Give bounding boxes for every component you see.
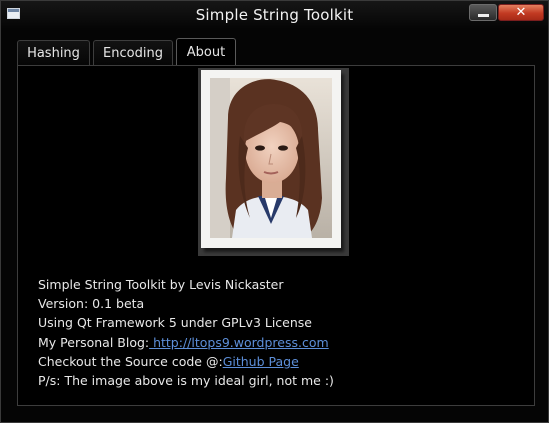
title-bar[interactable]: Simple String Toolkit ✕ bbox=[1, 1, 548, 29]
blog-label: My Personal Blog: bbox=[38, 334, 150, 350]
minimize-icon bbox=[478, 14, 489, 17]
close-icon: ✕ bbox=[515, 5, 527, 20]
about-blog-line: My Personal Blog: http://ltops9.wordpres… bbox=[38, 333, 334, 352]
window-title: Simple String Toolkit bbox=[195, 6, 354, 24]
about-text: Simple String Toolkit by Levis Nickaster… bbox=[38, 275, 334, 390]
source-label: Checkout the Source code @: bbox=[38, 353, 223, 369]
about-version-line: Version: 0.1 beta bbox=[38, 296, 145, 312]
about-source-line: Checkout the Source code @:Github Page bbox=[38, 352, 334, 371]
about-note-line: P/s: The image above is my ideal girl, n… bbox=[38, 373, 334, 389]
tab-hashing[interactable]: Hashing bbox=[17, 40, 90, 65]
github-link[interactable]: Github Page bbox=[223, 354, 299, 369]
about-panel: Simple String Toolkit by Levis Nickaster… bbox=[17, 65, 535, 406]
photo-border bbox=[201, 70, 341, 248]
tab-encoding[interactable]: Encoding bbox=[93, 40, 173, 65]
about-title-line: Simple String Toolkit by Levis Nickaster bbox=[38, 277, 284, 292]
app-window: Simple String Toolkit ✕ Hashing Encoding… bbox=[0, 0, 549, 423]
portrait-image bbox=[210, 78, 332, 238]
about-license-line: Using Qt Framework 5 under GPLv3 License bbox=[38, 315, 312, 331]
portrait-photo bbox=[210, 78, 332, 238]
minimize-button[interactable] bbox=[469, 4, 497, 21]
tab-about[interactable]: About bbox=[176, 38, 236, 66]
close-button[interactable]: ✕ bbox=[498, 4, 544, 21]
photo-frame bbox=[198, 68, 349, 256]
blog-link[interactable]: http://ltops9.wordpress.com bbox=[149, 335, 329, 350]
